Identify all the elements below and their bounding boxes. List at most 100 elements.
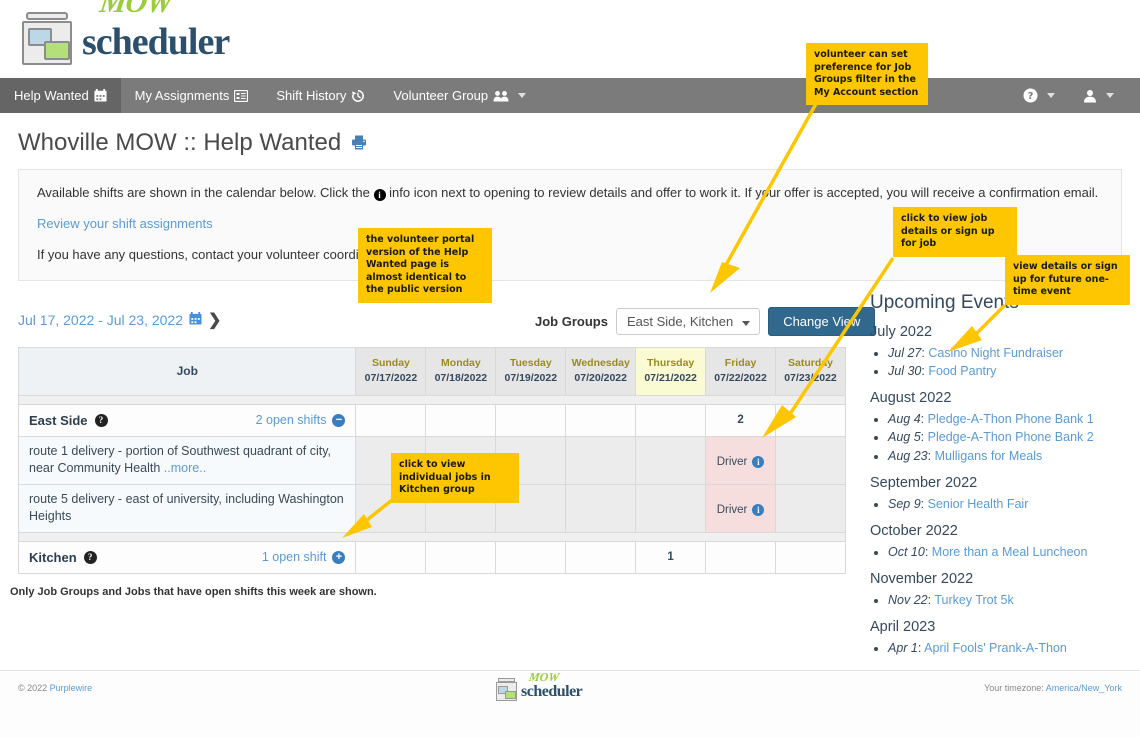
nav-item-my-assignments[interactable]: My Assignments: [121, 78, 263, 113]
nav-item-shift-history[interactable]: Shift History: [262, 78, 379, 113]
job-groups-select[interactable]: East Side, Kitchen: [615, 307, 761, 335]
event-date: Jul 30: [888, 364, 922, 379]
annotation-callout-kitchen-group: click to view individual jobs in Kitchen…: [391, 453, 519, 503]
footer-purplewire-link[interactable]: Purplewire: [50, 683, 93, 693]
job-groups-value: East Side, Kitchen: [626, 313, 734, 329]
column-header-day-3: Wednesday 07/20/2022: [565, 346, 637, 396]
day-name-3: Wednesday: [571, 356, 630, 369]
event-link[interactable]: More than a Meal Luncheon: [932, 545, 1088, 559]
page-title: Whoville MOW :: Help Wanted: [18, 129, 1140, 157]
calendar-icon[interactable]: [189, 311, 202, 328]
events-list-5: Apr 1: April Fools' Prank-A-Thon: [870, 639, 1130, 657]
event-date: Nov 22: [888, 592, 928, 607]
footer-logo: MOW scheduler: [494, 670, 583, 701]
review-shift-assignments-link[interactable]: Review your shift assignments: [37, 216, 213, 231]
app-logo[interactable]: MOW scheduler: [18, 0, 230, 66]
info-icon[interactable]: i: [752, 503, 765, 516]
mow-scheduler-logo-icon: [18, 8, 76, 66]
day-date-6: 07/23/2022: [784, 372, 837, 385]
day-name-0: Sunday: [371, 356, 410, 369]
column-header-job: Job: [17, 346, 357, 396]
people-icon: [493, 90, 509, 102]
event-date: Aug 4: [888, 412, 921, 427]
day-name-4: Thursday: [647, 356, 695, 369]
event-item: Apr 1: April Fools' Prank-A-Thon: [888, 639, 1130, 657]
event-link[interactable]: April Fools' Prank-A-Thon: [924, 641, 1067, 655]
day-name-1: Monday: [441, 356, 481, 369]
event-link[interactable]: Turkey Trot 5k: [934, 593, 1013, 607]
job-group-name-kitchen: Kitchen ?: [29, 550, 97, 565]
date-range-selector[interactable]: Jul 17, 2022 - Jul 23, 2022 ❯: [18, 310, 221, 330]
open-shifts-label-kitchen: 1 open shift: [261, 550, 327, 565]
job-name-route-1: route 1 delivery - portion of Southwest …: [17, 435, 357, 485]
job-groups-filter: Job Groups East Side, Kitchen Change Vie…: [535, 306, 876, 336]
day-name-5: Friday: [724, 356, 757, 369]
events-list-3: Oct 10: More than a Meal Luncheon: [870, 543, 1130, 561]
job-cell-route-1-day-3: [565, 435, 637, 485]
footer-timezone-link[interactable]: America/New_York: [1046, 683, 1122, 693]
question-mark-icon[interactable]: ?: [83, 550, 97, 564]
page-title-text: Whoville MOW :: Help Wanted: [18, 129, 342, 156]
minus-circle-icon: −: [332, 413, 346, 427]
chevron-down-icon: [1106, 93, 1114, 98]
event-date: Sep 9: [888, 496, 921, 511]
upcoming-events-panel: Upcoming Events July 2022 Jul 27: Casino…: [870, 292, 1130, 659]
events-list-0: Jul 27: Casino Night Fundraiser Jul 30: …: [870, 344, 1130, 380]
open-shifts-label-east-side: 2 open shifts: [255, 413, 327, 428]
kitchen-count-cell-5: [705, 540, 777, 574]
change-view-button[interactable]: Change View: [768, 306, 876, 336]
nav-item-help[interactable]: ?: [1009, 78, 1069, 113]
job-group-cell-kitchen: Kitchen ? 1 open shift +: [17, 540, 357, 574]
event-link[interactable]: Mulligans for Meals: [935, 449, 1043, 463]
event-link[interactable]: Pledge-A-Thon Phone Bank 2: [928, 430, 1094, 444]
annotation-callout-volunteer-portal-version: the volunteer portal version of the Help…: [358, 228, 492, 303]
event-link[interactable]: Pledge-A-Thon Phone Bank 1: [928, 412, 1094, 426]
question-mark-icon[interactable]: ?: [94, 413, 108, 427]
event-date: Jul 27: [888, 346, 922, 360]
user-icon: [1083, 89, 1097, 103]
nav-item-help-wanted[interactable]: Help Wanted: [0, 78, 121, 113]
printer-icon[interactable]: [351, 129, 367, 157]
group-count-cell-0: [355, 403, 427, 437]
event-link[interactable]: Senior Health Fair: [928, 497, 1029, 511]
logo-text: MOW scheduler: [82, 0, 230, 66]
info-icon: i: [373, 189, 386, 201]
day-date-4: 07/21/2022: [644, 372, 697, 385]
chevron-down-icon: [518, 93, 527, 98]
job-cell-route-1-day-5[interactable]: Driver i: [705, 435, 777, 485]
footer-timezone: Your timezone: America/New_York: [984, 683, 1122, 693]
event-item: Sep 9: Senior Health Fair: [888, 495, 1130, 513]
chevron-right-icon[interactable]: ❯: [208, 310, 221, 330]
nav-item-volunteer-group[interactable]: Volunteer Group: [379, 78, 540, 113]
nav-label-volunteer-group: Volunteer Group: [393, 88, 489, 103]
nav-right-group: ?: [1009, 78, 1140, 113]
job-group-row-east-side: East Side ? 2 open shifts − 2: [17, 403, 846, 437]
event-item: Oct 10: More than a Meal Luncheon: [888, 543, 1130, 561]
info-line-1-part-2: info icon next to opening to review deta…: [389, 185, 1099, 200]
calendar-header-row: Job Sunday 07/17/2022 Monday 07/18/2022 …: [17, 346, 846, 396]
group-count-cell-3: [565, 403, 637, 437]
nav-label-my-assignments: My Assignments: [134, 88, 230, 103]
more-link-route-1[interactable]: ..more..: [164, 461, 206, 475]
events-month-heading-2: September 2022: [870, 474, 978, 491]
mow-scheduler-logo-icon: [494, 677, 518, 701]
job-cell-route-1-day-4: [635, 435, 707, 485]
footer-logo-mow-text: MOW: [528, 670, 561, 684]
event-link[interactable]: Food Pantry: [928, 364, 996, 378]
nav-item-user-menu[interactable]: [1069, 78, 1128, 113]
footer-copyright: © 2022 Purplewire: [18, 683, 92, 693]
calendar-header: Job Sunday 07/17/2022 Monday 07/18/2022 …: [17, 346, 846, 396]
help-circle-icon: ?: [1023, 88, 1038, 103]
event-item: Aug 23: Mulligans for Meals: [888, 447, 1130, 465]
info-icon[interactable]: i: [752, 455, 765, 468]
open-shifts-toggle-east-side[interactable]: 2 open shifts −: [256, 413, 346, 427]
plus-circle-icon: +: [332, 550, 346, 564]
open-shifts-toggle-kitchen[interactable]: 1 open shift +: [262, 550, 346, 564]
job-name-route-5: route 5 delivery - east of university, i…: [17, 483, 357, 533]
annotation-callout-job-groups-preference: volunteer can set preference for Job Gro…: [806, 43, 928, 106]
column-header-day-5: Friday 07/22/2022: [705, 346, 777, 396]
event-link[interactable]: Casino Night Fundraiser: [928, 346, 1063, 360]
footer-timezone-prefix: Your timezone:: [984, 683, 1046, 693]
column-header-day-1: Monday 07/18/2022: [425, 346, 497, 396]
job-cell-route-5-day-5[interactable]: Driver i: [705, 483, 777, 533]
